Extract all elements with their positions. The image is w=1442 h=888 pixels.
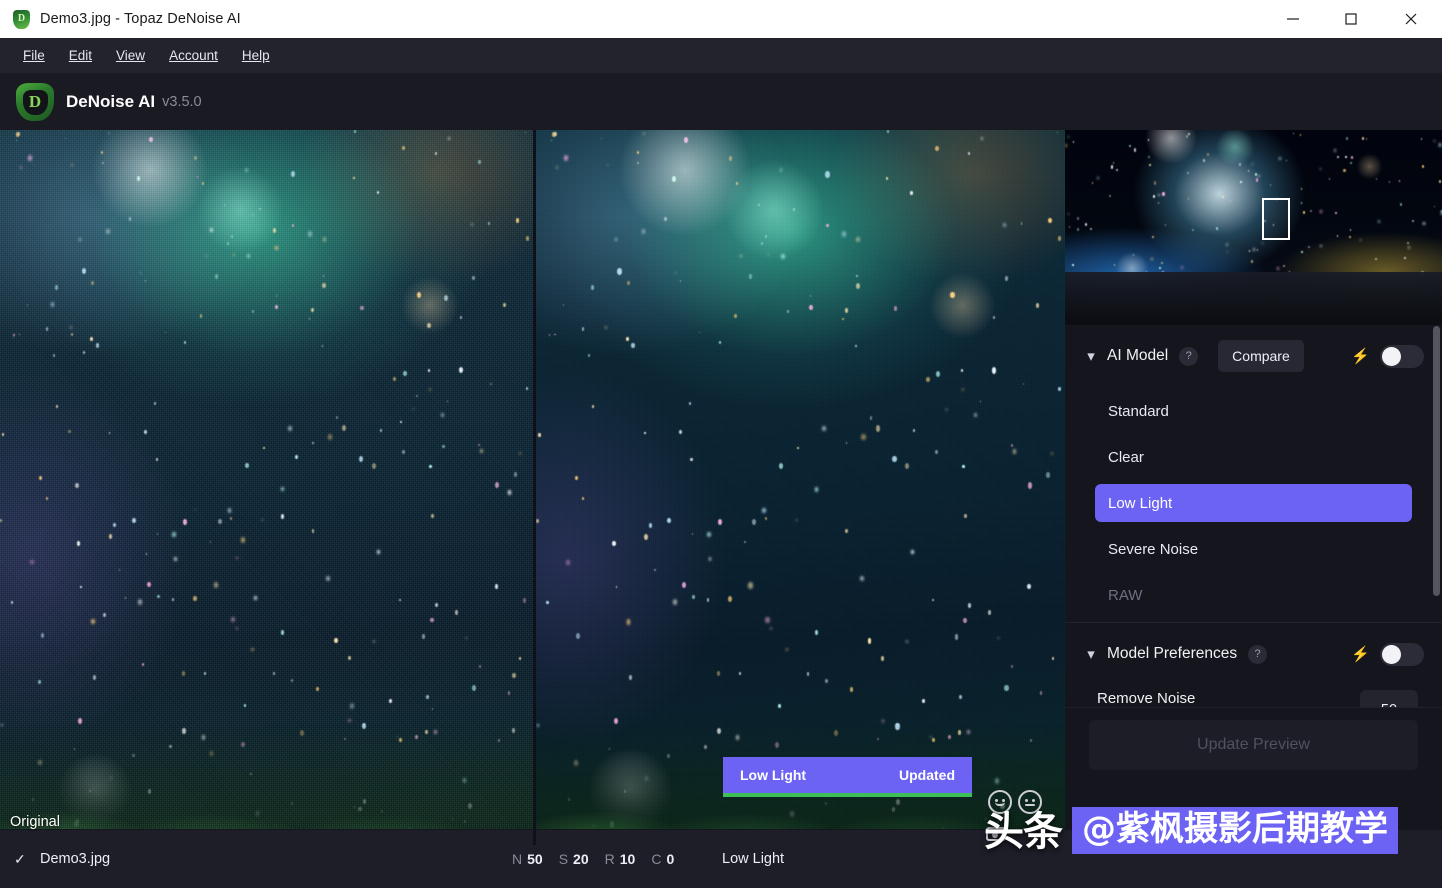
param-value-s: 20	[573, 851, 589, 867]
model-preferences-auto-toggle[interactable]	[1380, 642, 1424, 666]
ai-model-help-icon[interactable]: ?	[1179, 346, 1199, 366]
ai-model-list: Standard Clear Low Light Severe Noise RA…	[1065, 387, 1442, 614]
param-value-c: 0	[666, 851, 675, 867]
model-label: Clear	[1108, 448, 1144, 466]
model-preferences-title: Model Preferences	[1107, 645, 1238, 662]
menu-view-label: View	[116, 47, 146, 63]
window-title-bar: Demo3.jpg - Topaz DeNoise AI	[0, 0, 1442, 38]
ai-model-header[interactable]: ▾ AI Model ? Compare ⚡	[1065, 325, 1442, 387]
minimize-button[interactable]	[1264, 0, 1322, 38]
model-label: Low Light	[1108, 494, 1173, 512]
model-label: RAW	[1108, 586, 1143, 604]
status-filename[interactable]: Demo3.jpg	[40, 851, 110, 867]
model-preferences-header[interactable]: ▾ Model Preferences ? ⚡	[1065, 623, 1442, 685]
maximize-button[interactable]	[1322, 0, 1380, 38]
menu-file-label: File	[23, 47, 45, 63]
preview-pane[interactable]	[536, 130, 1065, 845]
result-status-text: Updated	[899, 767, 955, 783]
close-button[interactable]	[1380, 0, 1442, 38]
app-version: v3.5.0	[162, 94, 202, 110]
topaz-shield-icon	[13, 9, 30, 29]
update-preview-button[interactable]: Update Preview	[1089, 720, 1418, 770]
ai-model-auto-toggle[interactable]	[1380, 344, 1424, 368]
denoise-ai-window: Demo3.jpg - Topaz DeNoise AI File Edit V…	[0, 0, 1442, 888]
original-pane[interactable]	[0, 130, 533, 845]
menu-view[interactable]: View	[104, 45, 157, 67]
image-canvas[interactable]: Original Low Light Updated	[0, 130, 1065, 845]
param-key-r: R	[604, 851, 615, 867]
navigator-viewport-rect[interactable]	[1262, 198, 1290, 240]
app-name: DeNoise AI	[66, 92, 156, 111]
model-label: Standard	[1108, 402, 1169, 420]
window-controls	[1264, 0, 1442, 38]
menu-account[interactable]: Account	[157, 45, 230, 67]
model-option-clear[interactable]: Clear	[1095, 438, 1412, 476]
status-model-name: Low Light	[722, 851, 785, 867]
scrollbar-thumb[interactable]	[1433, 326, 1440, 596]
chevron-down-icon[interactable]: ▾	[1081, 347, 1101, 365]
param-key-n: N	[512, 851, 523, 867]
menu-edit-label: Edit	[68, 47, 93, 63]
model-preferences-help-icon[interactable]: ?	[1248, 644, 1268, 664]
model-option-severe-noise[interactable]: Severe Noise	[1095, 530, 1412, 568]
original-overlay-label: Original	[10, 814, 60, 830]
param-value-n: 50	[527, 851, 543, 867]
menu-file[interactable]: File	[11, 45, 57, 67]
model-option-raw[interactable]: RAW	[1095, 576, 1412, 614]
app-logo: DeNoise AI v3.5.0	[16, 83, 202, 121]
pane-divider[interactable]	[533, 130, 536, 845]
model-label: Severe Noise	[1108, 540, 1199, 558]
workspace: Original Low Light Updated ▾ AI Model ?	[0, 130, 1442, 845]
watermark: 头条 @紫枫摄影后期教学	[982, 790, 1398, 855]
watermark-brand: 头条	[984, 808, 1063, 855]
ai-model-title: AI Model	[1107, 347, 1169, 364]
status-parameters: N 50 S 20 R 10 C0	[512, 851, 690, 867]
window-title: Demo3.jpg - Topaz DeNoise AI	[40, 11, 241, 27]
param-key-s: S	[558, 851, 569, 867]
settings-panel: ▾ AI Model ? Compare ⚡ Standard Clear Lo…	[1065, 130, 1442, 829]
chevron-down-icon[interactable]: ▾	[1081, 645, 1101, 663]
watermark-handle: @紫枫摄影后期教学	[1072, 807, 1398, 854]
menu-help-label: Help	[241, 47, 270, 63]
menu-edit[interactable]: Edit	[57, 45, 104, 67]
result-model-name: Low Light	[740, 767, 807, 783]
menu-bar: File Edit View Account Help	[0, 38, 1442, 74]
result-status-badge: Low Light Updated	[723, 757, 972, 797]
remove-noise-label: Remove Noise	[1097, 690, 1196, 707]
app-header: DeNoise AI v3.5.0 Original	[0, 74, 1442, 197]
ai-model-section: ▾ AI Model ? Compare ⚡ Standard Clear Lo…	[1065, 325, 1442, 614]
menu-account-label: Account	[169, 47, 218, 63]
lightning-bolt-icon: ⚡	[1351, 348, 1370, 365]
model-option-standard[interactable]: Standard	[1095, 392, 1412, 430]
denoise-logo-icon	[16, 83, 54, 121]
navigator-preview[interactable]	[1065, 130, 1442, 325]
menu-help[interactable]: Help	[230, 45, 282, 67]
checkmark-icon: ✓	[14, 850, 26, 867]
param-key-c: C	[651, 851, 662, 867]
model-preferences-auto-toggle-group: ⚡	[1351, 642, 1424, 666]
model-option-low-light[interactable]: Low Light	[1095, 484, 1412, 522]
compare-button[interactable]: Compare	[1218, 340, 1304, 372]
param-value-r: 10	[619, 851, 636, 867]
ai-model-auto-toggle-group: ⚡	[1351, 344, 1424, 368]
lightning-bolt-icon: ⚡	[1351, 646, 1370, 663]
